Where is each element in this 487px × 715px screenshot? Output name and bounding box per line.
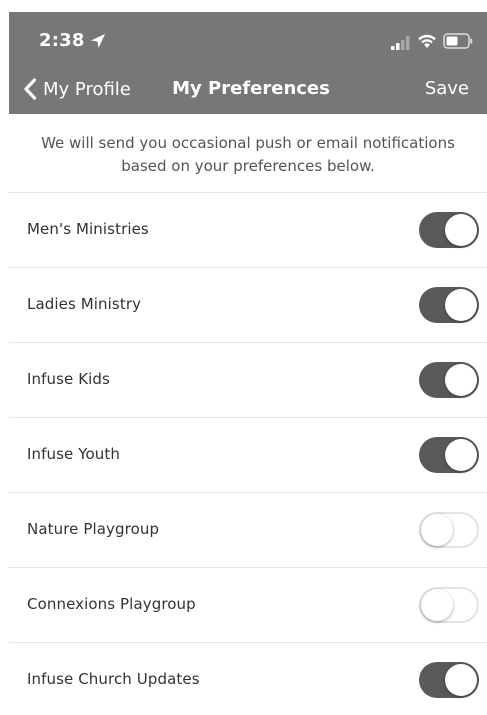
intro-text: We will send you occasional push or emai… (9, 120, 487, 192)
back-button-label: My Profile (43, 78, 131, 100)
signal-icon (391, 36, 410, 50)
chevron-left-icon (24, 78, 37, 100)
preference-row-ladies-ministry: Ladies Ministry (9, 268, 487, 343)
toggle-knob (445, 214, 477, 246)
intro-line-2: based on your preferences below. (121, 157, 375, 175)
preference-row-infuse-youth: Infuse Youth (9, 418, 487, 493)
preference-label: Infuse Youth (27, 445, 120, 463)
toggle-knob (421, 589, 453, 621)
preference-row-mens-ministries: Men's Ministries (9, 193, 487, 268)
status-bar: 2:38 (9, 12, 487, 64)
status-time: 2:38 (39, 30, 85, 51)
battery-icon (443, 33, 473, 49)
preference-row-connexions-playgroup: Connexions Playgroup (9, 568, 487, 643)
back-button[interactable]: My Profile (23, 78, 131, 100)
toggle-ladies-ministry[interactable] (419, 287, 479, 323)
preference-label: Connexions Playgroup (27, 595, 196, 613)
intro-line-1: We will send you occasional push or emai… (41, 134, 455, 152)
preferences-list: Men's Ministries Ladies Ministry Infuse … (9, 192, 487, 715)
toggle-infuse-church-updates[interactable] (419, 662, 479, 698)
wifi-icon (418, 34, 436, 48)
preference-label: Men's Ministries (27, 220, 149, 238)
toggle-knob (445, 439, 477, 471)
toggle-knob (421, 514, 453, 546)
toggle-knob (445, 364, 477, 396)
preference-row-nature-playgroup: Nature Playgroup (9, 493, 487, 568)
toggle-mens-ministries[interactable] (419, 212, 479, 248)
preference-label: Ladies Ministry (27, 295, 142, 313)
app-screen: 2:38 My Profile My Preferences Save We w… (0, 0, 487, 715)
toggle-knob (445, 664, 477, 696)
header: 2:38 My Profile My Preferences Save (9, 12, 487, 114)
preference-label: Infuse Church Updates (27, 670, 200, 688)
location-arrow-icon (91, 34, 105, 48)
toggle-nature-playgroup[interactable] (419, 512, 479, 548)
toggle-connexions-playgroup[interactable] (419, 587, 479, 623)
preference-label: Infuse Kids (27, 370, 110, 388)
preference-row-infuse-church-updates: Infuse Church Updates (9, 643, 487, 715)
nav-bar: My Profile My Preferences Save (9, 64, 487, 114)
preference-row-infuse-kids: Infuse Kids (9, 343, 487, 418)
toggle-knob (445, 289, 477, 321)
toggle-infuse-kids[interactable] (419, 362, 479, 398)
save-button[interactable]: Save (425, 78, 469, 99)
toggle-infuse-youth[interactable] (419, 437, 479, 473)
preference-label: Nature Playgroup (27, 520, 160, 538)
